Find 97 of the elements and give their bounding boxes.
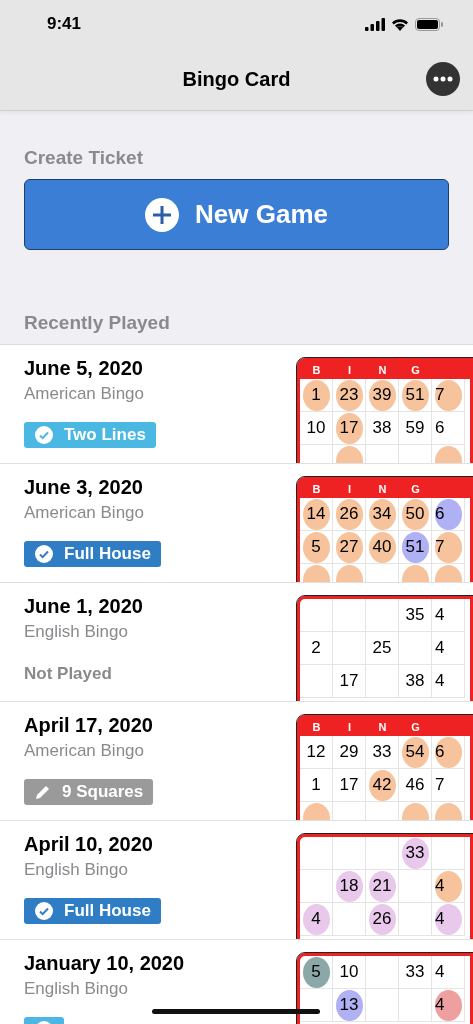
cell-number: 4 <box>435 876 445 896</box>
checkmark-icon <box>34 901 54 921</box>
game-type: American Bingo <box>24 384 145 404</box>
cell-number: 40 <box>372 537 392 557</box>
cell-number: 51 <box>405 537 425 557</box>
cell-number: 7 <box>435 537 445 557</box>
column-letter: B <box>311 720 322 735</box>
cell-number: 14 <box>306 504 326 524</box>
column-letter: G <box>410 720 421 735</box>
column-letter: I <box>346 363 353 378</box>
plus-icon <box>145 197 179 232</box>
cell-number: 17 <box>339 418 359 438</box>
new-game-button[interactable]: New Game <box>24 179 449 250</box>
section-header: Recently Played <box>23 311 171 335</box>
cell-number: 7 <box>435 775 445 795</box>
game-date: June 3, 2020 <box>24 476 144 499</box>
cell-number: 4 <box>435 962 445 982</box>
cell-number: 4 <box>435 605 445 625</box>
cell-number: 23 <box>339 385 359 405</box>
cell-number: 1 <box>311 385 321 405</box>
game-type: English Bingo <box>24 979 129 999</box>
game-type: American Bingo <box>24 503 145 523</box>
cell-number: 6 <box>435 418 445 438</box>
cell-number: 4 <box>435 638 445 658</box>
column-letter: N <box>377 482 388 497</box>
cell-number: 17 <box>339 775 359 795</box>
cell-number: 33 <box>405 962 425 982</box>
cell-number: 59 <box>405 418 425 438</box>
cell-number: 33 <box>405 843 425 863</box>
cell-number: 38 <box>372 418 392 438</box>
cell-number: 35 <box>405 605 425 625</box>
game-date: June 5, 2020 <box>24 357 144 380</box>
cell-number: 5 <box>311 962 321 982</box>
cell-number: 6 <box>435 504 445 524</box>
cell-number: 26 <box>339 504 359 524</box>
cell-number: 4 <box>311 909 321 929</box>
battery-icon <box>415 17 443 31</box>
column-letter: I <box>346 482 353 497</box>
game-date: April 10, 2020 <box>24 833 154 856</box>
cell-number: 21 <box>372 876 392 896</box>
cell-number: 17 <box>339 671 359 691</box>
wifi-icon <box>391 17 409 31</box>
pencil-icon <box>34 783 52 801</box>
column-letter: B <box>311 482 322 497</box>
cell-number: 4 <box>435 995 445 1015</box>
result-badge: 9 Squares <box>24 779 154 805</box>
cell-number: 7 <box>435 385 445 405</box>
cell-number: 4 <box>435 671 445 691</box>
result-badge: Full House <box>24 898 161 924</box>
game-date: April 17, 2020 <box>24 714 154 737</box>
game-date: June 1, 2020 <box>24 595 144 618</box>
cell-number: 1 <box>311 775 321 795</box>
cell-number: 29 <box>339 742 359 762</box>
cell-number: 25 <box>372 638 392 658</box>
cell-number: 54 <box>405 742 425 762</box>
screen-title: Bingo Card <box>182 67 291 91</box>
cell-number: 10 <box>339 962 359 982</box>
game-type: English Bingo <box>24 622 129 642</box>
signal-icon <box>365 17 385 31</box>
cell-number: 51 <box>405 385 425 405</box>
cell-number: 39 <box>372 385 392 405</box>
column-letter: I <box>346 720 353 735</box>
cell-number: 13 <box>339 995 359 1015</box>
column-letter: N <box>377 720 388 735</box>
status-time: 9:41 <box>47 14 82 34</box>
cell-number: 46 <box>405 775 425 795</box>
result-badge: Two Lines <box>24 422 156 448</box>
game-date: January 10, 2020 <box>24 952 186 975</box>
cell-number: 42 <box>372 775 392 795</box>
cell-number: 5 <box>311 537 321 557</box>
card-cell <box>300 837 333 870</box>
result-badge: Full House <box>24 541 161 567</box>
cell-number: 26 <box>372 909 392 929</box>
cell-number: 6 <box>435 742 445 762</box>
card-cell <box>333 599 366 632</box>
column-letter: G <box>410 363 421 378</box>
cell-number: 50 <box>405 504 425 524</box>
game-type: English Bingo <box>24 860 129 880</box>
cell-number: 18 <box>339 876 359 896</box>
column-letter: G <box>410 482 421 497</box>
game-type: American Bingo <box>24 741 145 761</box>
cell-number: 10 <box>306 418 326 438</box>
cell-number: 38 <box>405 671 425 691</box>
cell-number: 2 <box>311 638 321 658</box>
column-letter: N <box>377 363 388 378</box>
checkmark-icon <box>34 425 54 445</box>
checkmark-icon <box>34 544 54 564</box>
section-header: Create Ticket <box>23 146 144 170</box>
status-label: Not Played <box>24 664 113 684</box>
cell-number: 4 <box>435 909 445 929</box>
more-button[interactable] <box>426 62 460 96</box>
cell-number: 12 <box>306 742 326 762</box>
cell-number: 33 <box>372 742 392 762</box>
cell-number: 34 <box>372 504 392 524</box>
cell-number: 27 <box>339 537 359 557</box>
column-letter: B <box>311 363 322 378</box>
ellipsis-icon <box>433 76 453 82</box>
